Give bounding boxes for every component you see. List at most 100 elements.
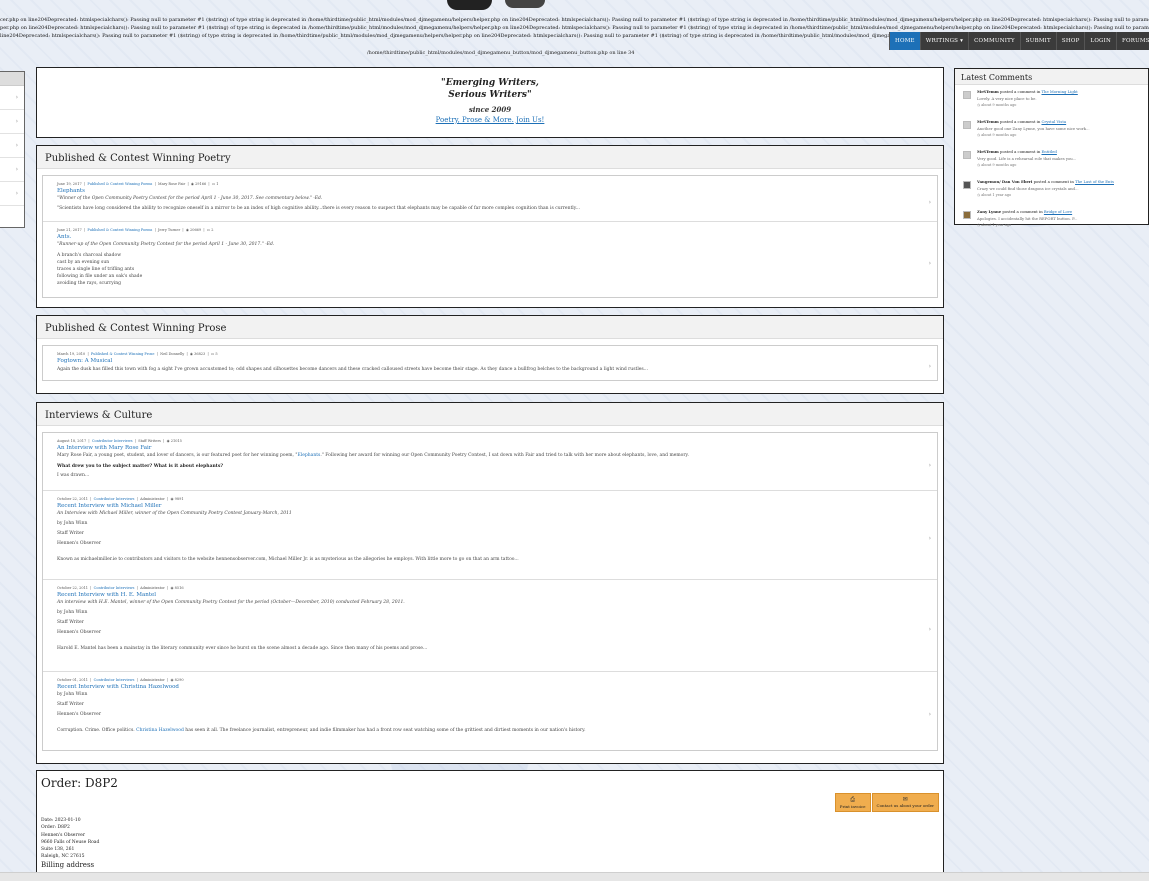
list-item[interactable]: October 22, 2011 | Contributor Interview…	[43, 580, 937, 672]
avatar[interactable]	[963, 211, 971, 219]
item-title[interactable]: Elephants	[57, 188, 923, 194]
list-item[interactable]: October 22, 2011 | Contributor Interview…	[43, 491, 937, 580]
item-excerpt: "Scientists have long considered the abi…	[57, 206, 580, 211]
item-title[interactable]: An Interview with Mary Rose Fair	[57, 445, 923, 451]
left-menu-panel: › › › › ›	[0, 71, 25, 228]
category-link[interactable]: Contributor Interviews	[92, 439, 133, 443]
interviews-list: August 18, 2017 | Contributor Interviews…	[42, 432, 938, 751]
chevron-right-icon[interactable]: ›	[929, 626, 931, 633]
poem-line: A branch's charcoal shadow	[57, 253, 122, 258]
list-item[interactable]: June 19, 2017 | Published & Contest Winn…	[43, 176, 937, 222]
item-byline: by John Winn	[57, 692, 88, 697]
comment-user[interactable]: MrSTemm	[977, 149, 999, 154]
chevron-right-icon[interactable]: ›	[929, 711, 931, 718]
item-title[interactable]: Recent Interview with H. E. Mantel	[57, 592, 923, 598]
chevron-right-icon[interactable]: ›	[929, 260, 931, 267]
left-menu-item[interactable]: ›	[0, 182, 24, 206]
nav-home[interactable]: HOME	[889, 32, 920, 50]
nav-forums[interactable]: FORUMS	[1116, 32, 1149, 50]
item-title[interactable]: Recent Interview with Christina Hazelwoo…	[57, 684, 923, 690]
left-menu-item[interactable]: ›	[0, 110, 24, 134]
avatar[interactable]	[963, 181, 971, 189]
christina-hazelwood-link[interactable]: Christina Hazelwood	[136, 728, 184, 733]
chevron-right-icon[interactable]: ›	[929, 535, 931, 542]
item-question: What drew you to the subject matter? Wha…	[57, 464, 224, 469]
comment-user[interactable]: Vangemon/ Dan Von Eberi	[977, 179, 1032, 184]
eye-icon: ◉	[166, 439, 170, 443]
category-link[interactable]: Contributor Interviews	[94, 678, 135, 682]
chevron-right-icon: ›	[15, 118, 18, 125]
item-excerpt: Again the dusk has filled this town with…	[57, 367, 649, 372]
clock-icon: ◷	[977, 193, 981, 197]
item-excerpt: Corruption. Crime. Office politics. Chri…	[57, 728, 586, 733]
order-line: Order: D8P2	[41, 825, 70, 831]
item-title[interactable]: Fogtown: A Musical	[57, 358, 923, 364]
chevron-right-icon[interactable]: ›	[929, 363, 931, 370]
item-excerpt: Known as michaelmiller.ie to contributor…	[57, 557, 519, 562]
item-title[interactable]: Recent Interview with Michael Miller	[57, 503, 923, 509]
comment-target-link[interactable]: Entitled	[1041, 149, 1056, 154]
poem-line: cast by an evening sun	[57, 260, 110, 265]
poetry-section: Published & Contest Winning Poetry June …	[36, 145, 944, 308]
item-subtitle: "Runner-up of the Open Community Poetry …	[57, 242, 275, 247]
item-excerpt: Mary Rose Fair, a young poet, student, a…	[57, 453, 689, 458]
eye-icon: ◉	[170, 497, 174, 501]
nav-shop[interactable]: SHOP	[1055, 32, 1085, 50]
php-warning-line: line204Deprecated: htmlspecialchars(): P…	[0, 33, 889, 39]
item-role: Staff Writer	[57, 702, 84, 707]
category-link[interactable]: Published & Contest Winning Poems	[87, 182, 152, 186]
nav-login[interactable]: LOGIN	[1084, 32, 1117, 50]
item-byline: by John Winn	[57, 521, 88, 526]
item-meta: June 21, 2017 | Published & Contest Winn…	[57, 228, 214, 232]
comment-target-link[interactable]: The Last of the Ents	[1075, 179, 1114, 184]
category-link[interactable]: Published & Contest Winning Prose	[91, 352, 155, 356]
comment-target-link[interactable]: The Morning Light	[1041, 89, 1077, 94]
chevron-right-icon[interactable]: ›	[929, 462, 931, 469]
avatar[interactable]	[963, 151, 971, 159]
site-logo[interactable]	[447, 0, 492, 10]
left-menu-item[interactable]: ›	[0, 134, 24, 158]
category-link[interactable]: Contributor Interviews	[94, 586, 135, 590]
poem-line: traces a single line of trifling ants	[57, 267, 135, 272]
comment-item: MrSTemm posted a comment in Crystal Vist…	[955, 119, 1148, 145]
category-link[interactable]: Published & Contest Winning Poems	[87, 228, 152, 232]
item-org: Hennen's Observer	[57, 630, 101, 635]
item-title[interactable]: Ants.	[57, 234, 923, 240]
comment-user[interactable]: Zany Lynne	[977, 209, 1001, 214]
chevron-right-icon: ›	[15, 190, 18, 197]
comment-user[interactable]: MrSTemm	[977, 89, 999, 94]
order-line: Hennen's Observer	[41, 832, 85, 838]
item-role: Staff Writer	[57, 531, 84, 536]
main-nav: HOME WRITINGS ▾ COMMUNITY SUBMIT SHOP LO…	[889, 32, 1149, 50]
left-menu-item[interactable]: ›	[0, 86, 24, 110]
chevron-right-icon[interactable]: ›	[929, 199, 931, 206]
nav-community[interactable]: COMMUNITY	[968, 32, 1020, 50]
comment-target-link[interactable]: Crystal Vista	[1041, 119, 1066, 124]
comment-user[interactable]: MrSTemm	[977, 119, 999, 124]
join-us-link[interactable]: Join Us!	[516, 116, 544, 124]
item-meta: October 22, 2011 | Contributor Interview…	[57, 586, 184, 590]
nav-submit[interactable]: SUBMIT	[1019, 32, 1056, 50]
list-item[interactable]: October 01, 2011 | Contributor Interview…	[43, 672, 937, 750]
horizontal-scrollbar[interactable]	[0, 872, 1149, 881]
order-actions: ⎙ Print invoice ✉ Contact us about your …	[834, 793, 939, 812]
elephants-link[interactable]: Elephants	[297, 453, 320, 458]
print-invoice-button[interactable]: ⎙ Print invoice	[834, 793, 871, 812]
clock-icon: ◷	[977, 103, 981, 107]
poem-line: following in file under an oak's shade	[57, 274, 143, 279]
left-menu-item[interactable]: ›	[0, 158, 24, 182]
comment-time: ◷ about 9 months ago	[977, 163, 1017, 167]
clock-icon: ◷	[977, 223, 981, 227]
list-item[interactable]: August 18, 2017 | Contributor Interviews…	[43, 433, 937, 491]
poetry-prose-link[interactable]: Poetry, Prose & More.	[436, 116, 514, 124]
nav-writings[interactable]: WRITINGS ▾	[919, 32, 969, 50]
category-link[interactable]: Contributor Interviews	[94, 497, 135, 501]
avatar[interactable]	[963, 121, 971, 129]
contact-order-button[interactable]: ✉ Contact us about your order	[871, 793, 939, 812]
comment-body: Very good. Life is a rehearsal role that…	[977, 156, 1077, 161]
avatar[interactable]	[963, 91, 971, 99]
list-item[interactable]: March 19, 2010 | Published & Contest Win…	[43, 346, 937, 380]
hero-box: "Emerging Writers, Serious Writers" sinc…	[36, 67, 944, 138]
list-item[interactable]: June 21, 2017 | Published & Contest Winn…	[43, 222, 937, 297]
comment-target-link[interactable]: Bridge of Love	[1044, 209, 1072, 214]
